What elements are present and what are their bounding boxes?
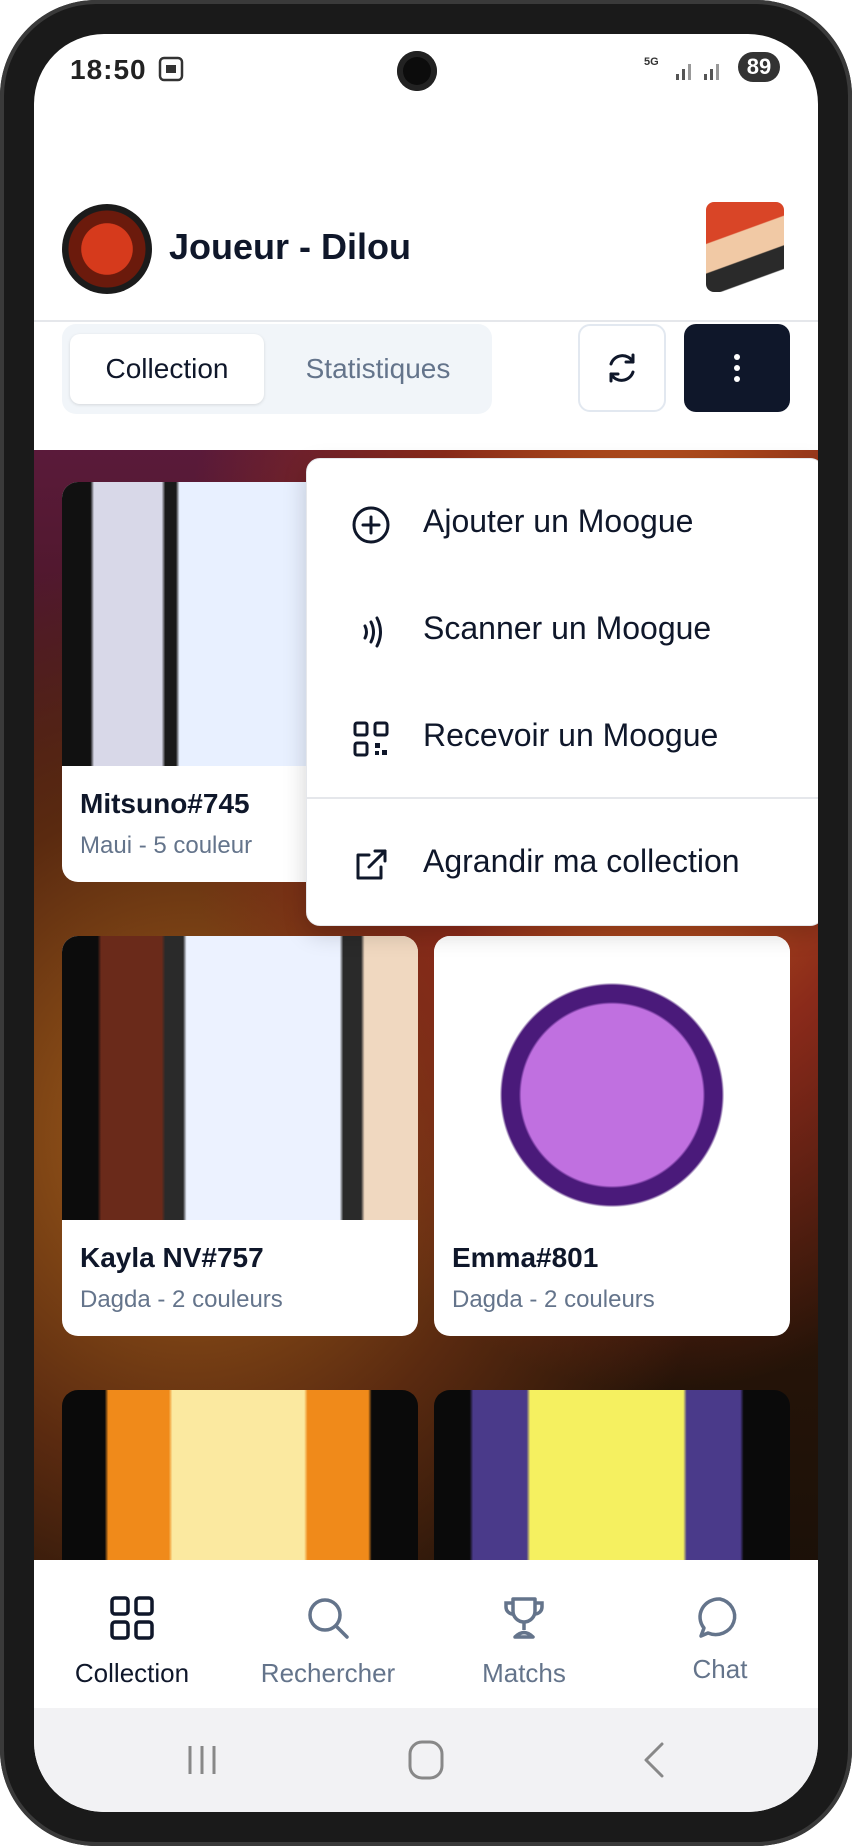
chat-icon — [698, 1597, 737, 1638]
nav-label: Collection — [74, 1658, 190, 1688]
grid-icon — [110, 1596, 154, 1640]
external-link-icon — [356, 849, 387, 880]
recent-apps-icon[interactable] — [172, 1738, 232, 1782]
nav-collection[interactable]: Collection — [34, 1560, 230, 1708]
menu-item-add-moogue[interactable]: Ajouter un Moogue — [307, 477, 818, 567]
nav-label: Rechercher — [260, 1658, 396, 1688]
menu-item-scan-moogue[interactable]: Scanner un Moogue — [307, 584, 818, 674]
moogue-card[interactable]: Emma#801 Dagda - 2 couleurs — [434, 936, 790, 1336]
search-icon — [308, 1598, 349, 1639]
app-header: Joueur - Dilou — [34, 164, 818, 322]
trophy-icon — [504, 1597, 544, 1639]
screen: 18:50 5G 89 Joueur - Dilou Collection St… — [34, 34, 818, 1812]
moogue-name: Kayla NV#757 — [80, 1242, 264, 1273]
back-icon[interactable] — [624, 1738, 684, 1782]
moogue-name: Emma#801 — [452, 1242, 599, 1273]
options-dropdown-menu: Ajouter un Moogue Scanner un Moogue Rece… — [306, 458, 818, 926]
refresh-button[interactable] — [578, 324, 666, 412]
menu-item-grow-collection[interactable]: Agrandir ma collection — [307, 817, 818, 907]
menu-item-label: Scanner un Moogue — [423, 610, 712, 646]
nav-chat[interactable]: Chat — [622, 1560, 818, 1708]
moogue-image — [62, 936, 418, 1220]
front-camera — [397, 51, 437, 91]
qr-code-icon — [353, 721, 389, 757]
menu-divider — [307, 797, 818, 799]
status-bar: 18:50 5G 89 — [34, 34, 818, 106]
status-time: 18:50 — [70, 54, 147, 85]
tab-collection[interactable]: Collection — [70, 334, 264, 404]
menu-item-label: Recevoir un Moogue — [423, 717, 719, 753]
bottom-navigation: Collection Rechercher Matchs Chat — [34, 1560, 818, 1708]
home-icon[interactable] — [396, 1738, 456, 1782]
menu-item-label: Agrandir ma collection — [423, 843, 740, 879]
screenshot-icon — [158, 56, 184, 82]
nav-label: Matchs — [482, 1658, 566, 1688]
menu-item-receive-moogue[interactable]: Recevoir un Moogue — [307, 691, 818, 781]
more-options-button[interactable] — [684, 324, 790, 412]
view-tabs: Collection Statistiques — [62, 324, 492, 414]
moogue-name: Mitsuno#745 — [80, 788, 250, 819]
refresh-icon — [609, 353, 635, 383]
battery-level: 89 — [738, 52, 780, 82]
system-navigation-bar — [34, 1708, 818, 1812]
signal-icon — [676, 64, 691, 80]
nav-matchs[interactable]: Matchs — [426, 1560, 622, 1708]
page-title: Joueur - Dilou — [169, 226, 411, 267]
moogue-subtitle: Maui - 5 couleur — [80, 832, 253, 859]
moogue-image — [434, 936, 790, 1220]
menu-item-label: Ajouter un Moogue — [423, 503, 694, 539]
team-logo-icon — [62, 204, 152, 294]
network-type: 5G — [644, 56, 659, 68]
moogue-subtitle: Dagda - 2 couleurs — [80, 1286, 283, 1313]
tab-statistiques[interactable]: Statistiques — [272, 334, 484, 404]
plus-circle-icon — [352, 506, 390, 544]
signal-icon-2 — [704, 64, 719, 80]
nfc-icon — [363, 616, 382, 648]
phone-frame: 18:50 5G 89 Joueur - Dilou Collection St… — [0, 0, 852, 1846]
nav-label: Chat — [692, 1654, 748, 1684]
user-avatar-icon[interactable] — [706, 202, 784, 292]
more-vertical-icon — [734, 354, 740, 382]
nav-search[interactable]: Rechercher — [230, 1560, 426, 1708]
moogue-card[interactable]: Kayla NV#757 Dagda - 2 couleurs — [62, 936, 418, 1336]
moogue-subtitle: Dagda - 2 couleurs — [452, 1286, 655, 1313]
